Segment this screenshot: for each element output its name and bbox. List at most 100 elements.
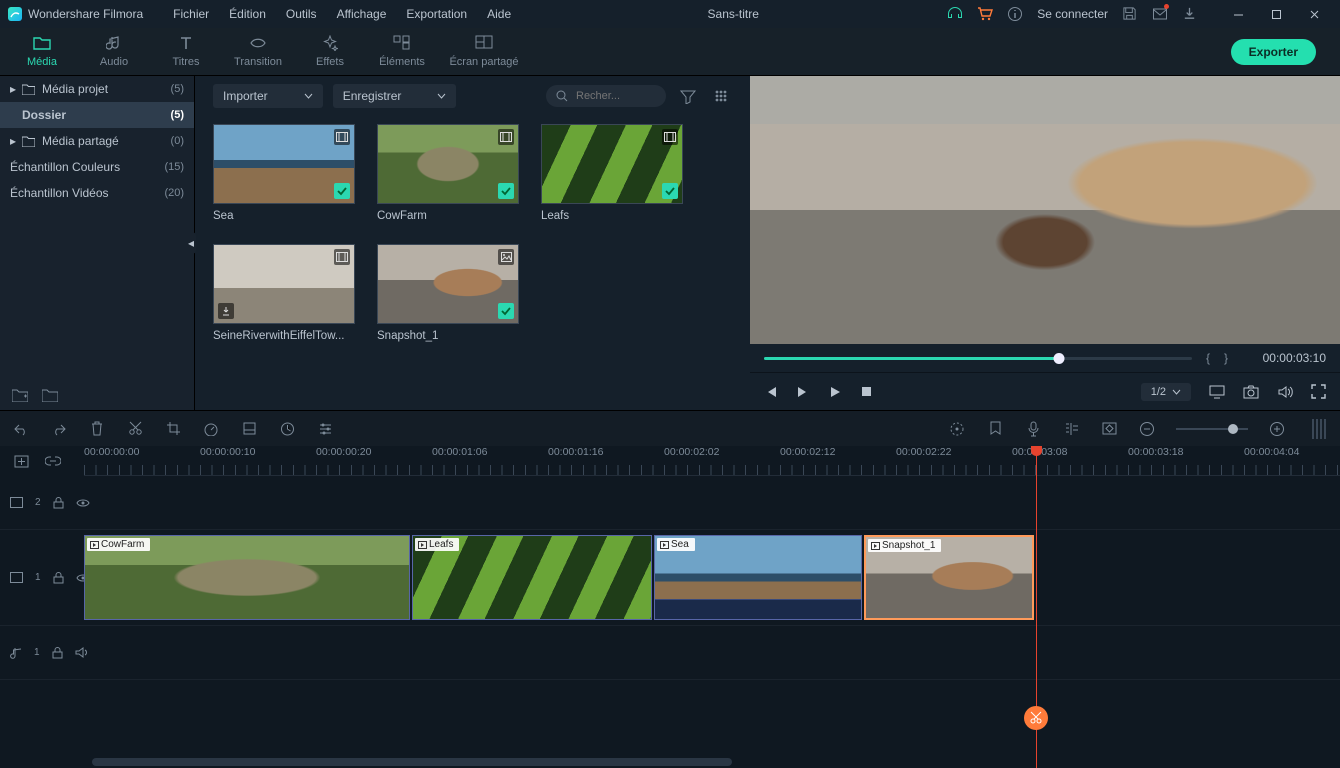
snapshot-icon[interactable] — [1243, 385, 1259, 399]
tab-effects[interactable]: Effets — [294, 31, 366, 72]
audio-meter[interactable] — [1312, 419, 1328, 439]
cut-icon[interactable] — [126, 421, 144, 436]
media-thumb[interactable]: Leafs — [541, 124, 683, 222]
save-icon[interactable] — [1122, 6, 1138, 22]
sidebar-item-video-samples[interactable]: Échantillon Vidéos (20) — [0, 180, 194, 206]
timeline-scrollbar[interactable] — [92, 758, 732, 766]
menu-help[interactable]: Aide — [479, 3, 519, 25]
speed-icon[interactable] — [202, 422, 220, 436]
next-frame-button[interactable] — [796, 385, 810, 399]
mail-icon[interactable] — [1152, 6, 1168, 22]
app-logo — [8, 7, 22, 21]
new-folder-icon[interactable] — [12, 388, 28, 402]
timeline-clip[interactable]: Snapshot_1 — [864, 535, 1034, 620]
timeline: 00:00:00:0000:00:00:1000:00:00:2000:00:0… — [0, 446, 1340, 768]
mark-out-icon[interactable]: } — [1224, 351, 1228, 365]
zoom-in-icon[interactable] — [1268, 421, 1286, 437]
link-icon[interactable] — [45, 455, 61, 467]
media-thumb[interactable]: CowFarm — [377, 124, 519, 222]
volume-icon[interactable] — [1277, 385, 1293, 399]
sidebar-item-label: Média partagé — [42, 134, 171, 148]
split-button[interactable] — [1024, 706, 1048, 730]
export-button[interactable]: Exporter — [1231, 39, 1316, 65]
media-thumb[interactable]: Snapshot_1 — [377, 244, 519, 342]
lock-icon[interactable] — [53, 497, 64, 509]
check-icon — [662, 183, 678, 199]
preview-timecode: 00:00:03:10 — [1242, 351, 1326, 365]
track-v2: 2 — [0, 476, 1340, 530]
sidebar-item-color-samples[interactable]: Échantillon Couleurs (15) — [0, 154, 194, 180]
duration-icon[interactable] — [278, 421, 296, 436]
timeline-clip[interactable]: Leafs — [412, 535, 652, 620]
support-icon[interactable] — [947, 6, 963, 22]
tab-splitscreen[interactable]: Écran partagé — [438, 31, 530, 72]
zoom-out-icon[interactable] — [1138, 421, 1156, 437]
tab-audio[interactable]: Audio — [78, 31, 150, 72]
tab-media[interactable]: Média — [6, 31, 78, 72]
delete-icon[interactable] — [88, 421, 106, 436]
menu-export[interactable]: Exportation — [398, 3, 475, 25]
media-name: Snapshot_1 — [377, 324, 519, 342]
sidebar-item-project-media[interactable]: ▸ Média projet (5) — [0, 76, 194, 102]
menu-tools[interactable]: Outils — [278, 3, 325, 25]
stop-button[interactable] — [860, 385, 873, 398]
display-icon[interactable] — [1209, 385, 1225, 399]
tab-transition[interactable]: Transition — [222, 31, 294, 72]
playhead[interactable] — [1036, 446, 1037, 768]
keyframe-icon[interactable] — [1100, 422, 1118, 435]
timeline-ruler[interactable]: 00:00:00:0000:00:00:1000:00:00:2000:00:0… — [84, 446, 1340, 476]
sidebar-collapse-handle[interactable]: ◂ — [186, 232, 196, 254]
menu-view[interactable]: Affichage — [329, 3, 395, 25]
prev-frame-button[interactable] — [764, 385, 778, 399]
mark-in-icon[interactable]: { — [1206, 351, 1210, 365]
timeline-clip[interactable]: CowFarm — [84, 535, 410, 620]
zoom-slider[interactable] — [1176, 428, 1248, 430]
media-thumb[interactable]: SeineRiverwithEiffelTow... — [213, 244, 355, 342]
undo-icon[interactable] — [12, 422, 30, 436]
menu-file[interactable]: Fichier — [165, 3, 217, 25]
grid-view-icon[interactable] — [710, 85, 732, 107]
lock-icon[interactable] — [52, 647, 63, 659]
ruler-tick: 00:00:02:22 — [896, 446, 951, 458]
settings-icon[interactable] — [316, 422, 334, 436]
timeline-clip[interactable]: Sea — [654, 535, 862, 620]
resolution-dropdown[interactable]: 1/2 — [1141, 383, 1191, 401]
fullscreen-icon[interactable] — [1311, 384, 1326, 399]
window-close[interactable] — [1296, 0, 1332, 28]
cart-icon[interactable] — [977, 6, 993, 22]
color-icon[interactable] — [240, 421, 258, 436]
sidebar-item-count: (5) — [171, 83, 184, 95]
sidebar-item-shared-media[interactable]: ▸ Média partagé (0) — [0, 128, 194, 154]
preview-scrub-track[interactable] — [764, 357, 1192, 360]
timeline-toolbar — [0, 410, 1340, 446]
tab-elements[interactable]: Éléments — [366, 31, 438, 72]
play-button[interactable] — [828, 385, 842, 399]
sidebar-item-label: Échantillon Vidéos — [10, 186, 164, 200]
import-label: Importer — [223, 89, 268, 103]
download-icon[interactable] — [1182, 6, 1198, 22]
preview-viewport[interactable] — [750, 76, 1340, 344]
lock-icon[interactable] — [53, 572, 64, 584]
sidebar-item-count: (0) — [171, 135, 184, 147]
search-input[interactable] — [574, 89, 654, 103]
signin-link[interactable]: Se connecter — [1037, 7, 1108, 21]
voiceover-icon[interactable] — [1024, 421, 1042, 437]
search-box[interactable] — [546, 85, 666, 107]
redo-icon[interactable] — [50, 422, 68, 436]
media-thumb[interactable]: Sea — [213, 124, 355, 222]
tab-titles[interactable]: Titres — [150, 31, 222, 72]
filter-icon[interactable] — [676, 85, 700, 108]
menu-edit[interactable]: Édition — [221, 3, 274, 25]
open-folder-icon[interactable] — [42, 388, 58, 402]
window-minimize[interactable] — [1220, 0, 1256, 28]
mixer-icon[interactable] — [1062, 422, 1080, 436]
crop-icon[interactable] — [164, 421, 182, 436]
sidebar-item-folder[interactable]: Dossier (5) — [0, 102, 194, 128]
auto-ripple-icon[interactable] — [14, 455, 29, 468]
import-dropdown[interactable]: Importer — [213, 84, 323, 108]
render-icon[interactable] — [948, 421, 966, 437]
record-dropdown[interactable]: Enregistrer — [333, 84, 457, 108]
info-icon[interactable] — [1007, 6, 1023, 22]
window-maximize[interactable] — [1258, 0, 1294, 28]
marker-icon[interactable] — [986, 421, 1004, 436]
